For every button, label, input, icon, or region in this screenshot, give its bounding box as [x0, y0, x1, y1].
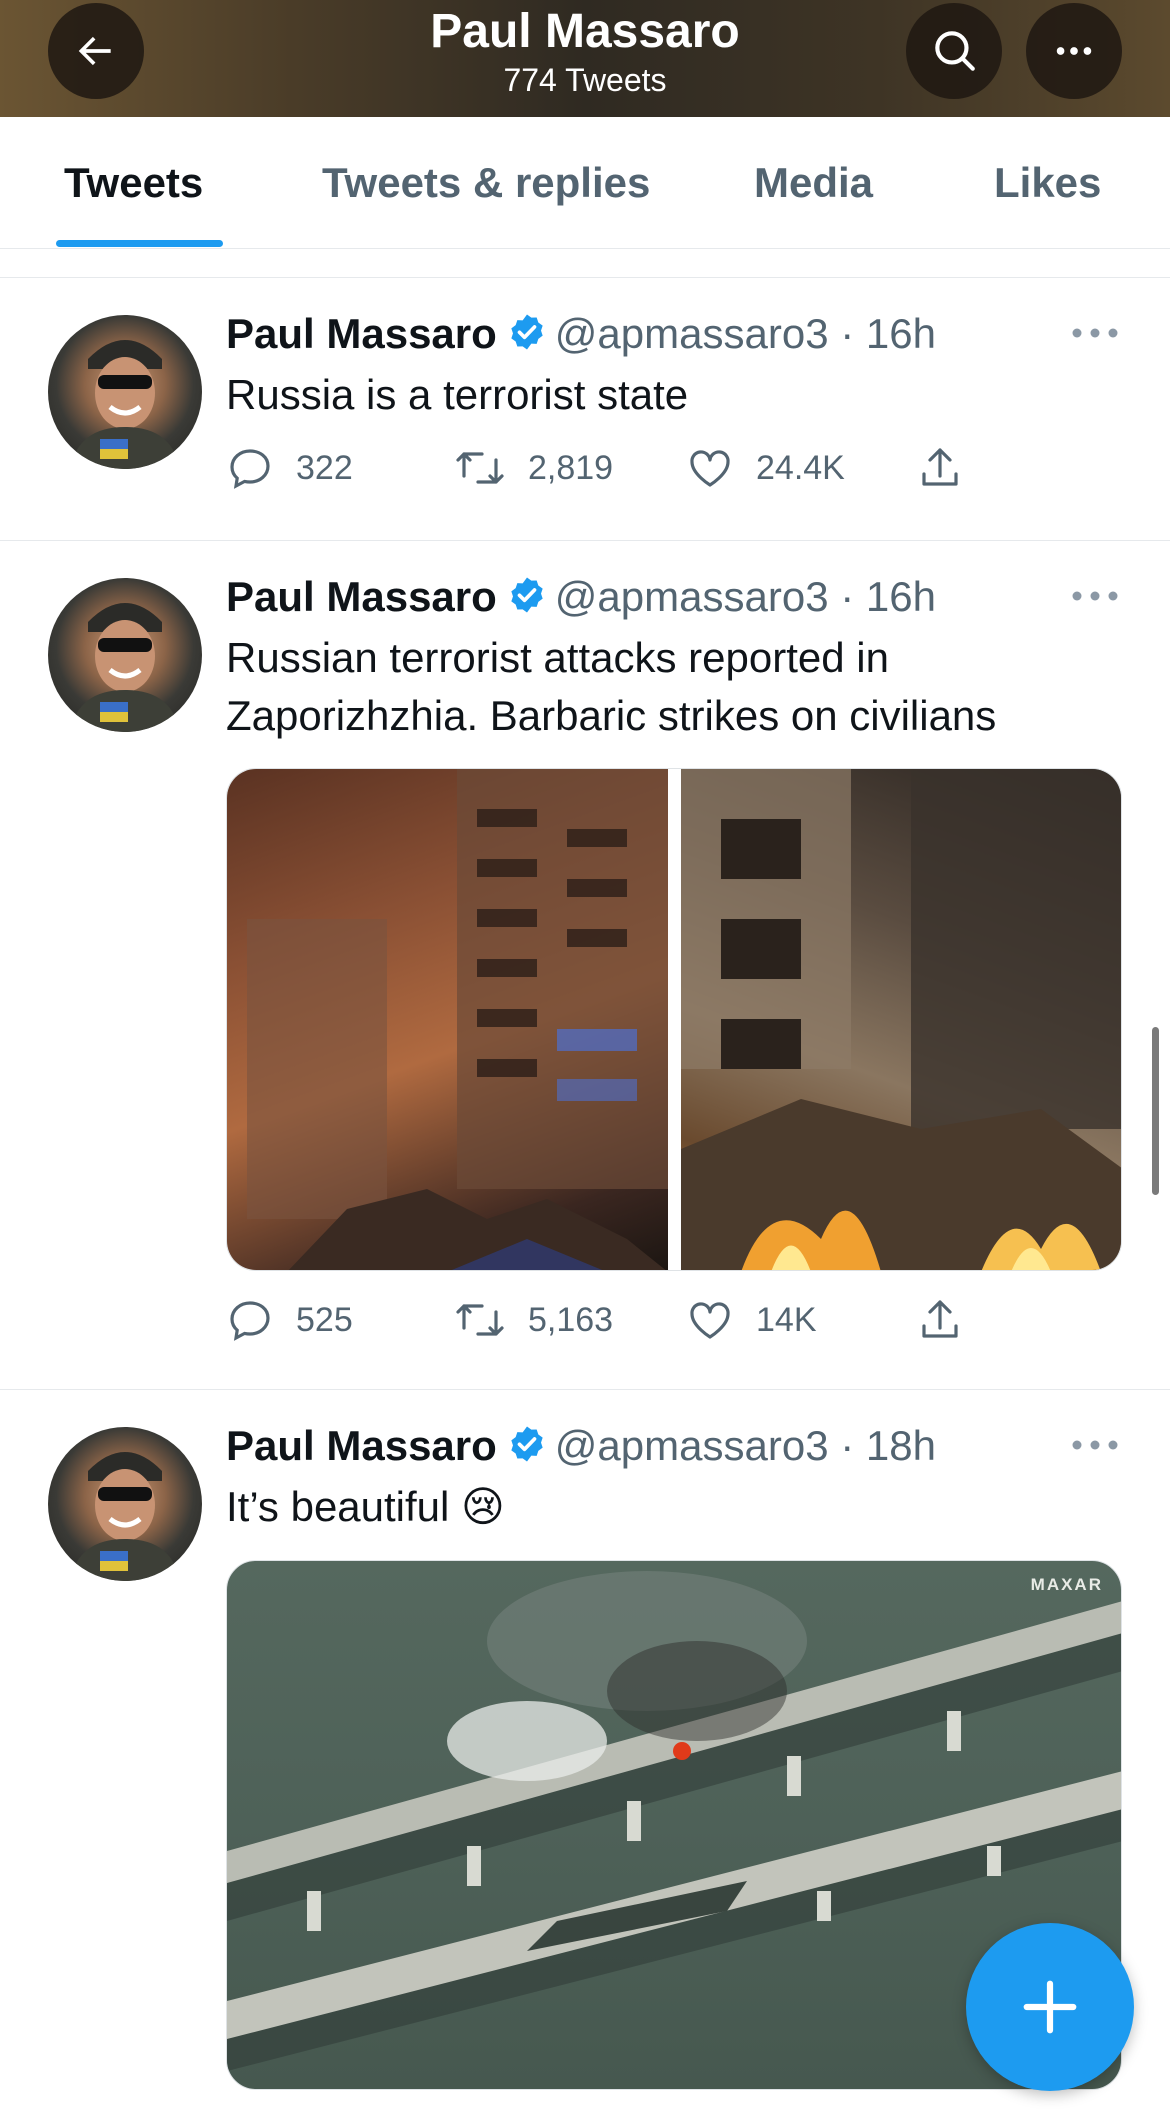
heart-icon: [690, 1302, 730, 1339]
profile-tabs: Tweets Tweets & replies Media Likes: [0, 117, 1170, 249]
tweet[interactable]: Paul Massaro @apmassaro3 · 16h Russia is…: [0, 278, 1170, 540]
more-horizontal-icon[interactable]: [1070, 586, 1120, 606]
tweet-text: It’s beautiful 😢: [226, 1483, 505, 1530]
author-name[interactable]: Paul Massaro: [226, 1422, 497, 1469]
tweet-photo[interactable]: [227, 769, 668, 1270]
more-horizontal-icon[interactable]: [1070, 1435, 1120, 1455]
tweet-time[interactable]: · 16h: [840, 573, 936, 620]
tweet-actions: 322 2,819 24.4K: [226, 444, 976, 504]
more-options-button[interactable]: [1026, 3, 1122, 99]
media-watermark: MAXAR: [1030, 1575, 1103, 1594]
heart-icon: [690, 450, 730, 487]
author-handle[interactable]: @apmassaro3: [555, 1422, 829, 1469]
building-fire-photo: [247, 769, 668, 1270]
avatar[interactable]: [48, 578, 202, 732]
like-button[interactable]: 14K: [686, 1296, 817, 1344]
compose-tweet-button[interactable]: [966, 1923, 1134, 2091]
like-button[interactable]: 24.4K: [686, 444, 845, 492]
share-icon: [922, 448, 958, 486]
search-icon: [935, 31, 975, 71]
reply-count: 525: [296, 1300, 353, 1339]
tweet-media-gallery[interactable]: [226, 768, 1122, 1271]
avatar[interactable]: [48, 315, 202, 469]
avatar-photo: [70, 603, 180, 732]
author-handle[interactable]: @apmassaro3: [555, 573, 829, 620]
tweet[interactable]: Paul Massaro @apmassaro3 · 16h Russian t…: [0, 541, 1170, 1388]
tweet-header: Paul Massaro @apmassaro3 · 16h: [226, 310, 936, 358]
reply-icon: [230, 449, 270, 489]
avatar[interactable]: [48, 1427, 202, 1581]
tweet-actions: 525 5,163 14K: [226, 1296, 976, 1356]
retweet-button[interactable]: 5,163: [454, 1296, 613, 1344]
tweet-text: Russian terrorist attacks reported in Za…: [226, 634, 997, 739]
collapsed-building-photo: [681, 769, 1121, 1270]
verified-badge-icon: [511, 1426, 543, 1462]
author-handle[interactable]: @apmassaro3: [555, 310, 829, 357]
author-name[interactable]: Paul Massaro: [226, 310, 497, 357]
tab-tweets-and-replies[interactable]: Tweets & replies: [322, 159, 650, 207]
retweet-count: 2,819: [528, 448, 614, 487]
avatar-photo: [70, 1452, 180, 1581]
like-count: 24.4K: [756, 448, 845, 487]
profile-header: Paul Massaro 774 Tweets: [0, 0, 1170, 117]
tweet-header: Paul Massaro @apmassaro3 · 18h: [226, 1422, 936, 1470]
plus-icon: [1023, 1980, 1077, 2034]
retweet-count: 5,163: [528, 1300, 614, 1339]
share-button[interactable]: [916, 1296, 964, 1344]
verified-badge-icon: [511, 577, 543, 613]
active-tab-indicator: [56, 240, 223, 247]
scrollbar[interactable]: [1152, 1027, 1159, 1195]
reply-button[interactable]: 525: [226, 1296, 353, 1344]
tweet-text: Russia is a terrorist state: [226, 371, 689, 418]
tweet-time[interactable]: · 18h: [840, 1422, 936, 1469]
reply-count: 322: [296, 448, 353, 487]
reply-icon: [230, 1301, 270, 1341]
search-button[interactable]: [906, 3, 1002, 99]
more-horizontal-icon[interactable]: [1070, 323, 1120, 343]
tweet-time[interactable]: · 16h: [840, 310, 936, 357]
author-name[interactable]: Paul Massaro: [226, 573, 497, 620]
retweet-icon: [456, 452, 504, 484]
verified-badge-icon: [511, 314, 543, 350]
tab-tweets[interactable]: Tweets: [64, 159, 203, 207]
tab-likes[interactable]: Likes: [994, 159, 1101, 207]
share-button[interactable]: [916, 444, 964, 492]
share-icon: [922, 1300, 958, 1338]
retweet-icon: [456, 1304, 504, 1336]
more-horizontal-icon: [1056, 47, 1092, 55]
tweet-header: Paul Massaro @apmassaro3 · 16h: [226, 573, 936, 621]
avatar-photo: [70, 340, 180, 469]
tab-media[interactable]: Media: [754, 159, 873, 207]
reply-button[interactable]: 322: [226, 444, 353, 492]
retweet-button[interactable]: 2,819: [454, 444, 613, 492]
like-count: 14K: [756, 1300, 817, 1339]
tweet-photo[interactable]: [681, 769, 1121, 1270]
